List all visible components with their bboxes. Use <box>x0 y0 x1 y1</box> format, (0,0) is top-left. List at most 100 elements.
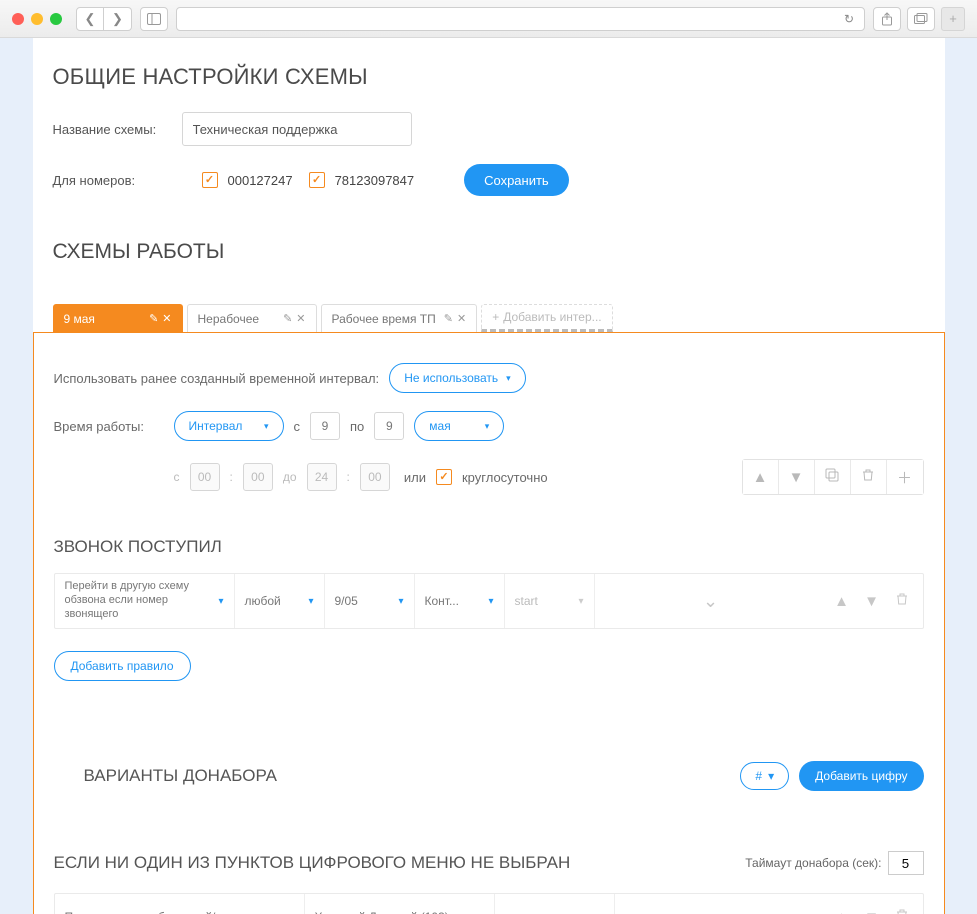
add-digit-button[interactable]: Добавить цифру <box>799 761 923 791</box>
scheme-name-input[interactable] <box>182 112 412 146</box>
prev-interval-value: Не использовать <box>404 371 498 385</box>
maximize-window-icon[interactable] <box>50 13 62 25</box>
fallback-last-select[interactable]: последнее ▾ <box>495 894 615 914</box>
day-from-input[interactable] <box>310 412 340 440</box>
minimize-window-icon[interactable] <box>31 13 43 25</box>
rule-move-down[interactable]: ▼ <box>857 586 887 616</box>
tab-add-interval[interactable]: + Добавить интер... <box>481 304 612 332</box>
time-from-m[interactable] <box>243 463 273 491</box>
timeout-label: Таймаут донабора (сек): <box>745 856 881 870</box>
rule-any-text: любой <box>245 594 281 608</box>
window-controls <box>12 13 62 25</box>
numbers-label: Для номеров: <box>53 173 168 188</box>
close-icon[interactable]: ✕ <box>296 312 305 325</box>
fallback-move-down[interactable]: ▼ <box>857 902 887 914</box>
back-button[interactable]: ❮ <box>76 7 104 31</box>
tabs-row: 9 мая ✎ ✕ Нерабочее ✎ ✕ Рабочее время ТП <box>53 304 925 332</box>
incoming-title: ЗВОНОК ПОСТУПИЛ <box>54 537 924 557</box>
to-label: по <box>350 419 364 434</box>
copy-button[interactable] <box>815 460 851 494</box>
rule-start-select[interactable]: start ▾ <box>505 574 595 628</box>
fallback-last-text: последнее <box>505 910 565 914</box>
fallback-rule-row: Перевести на добавочный/очередь ▾ Хороши… <box>54 893 924 914</box>
incoming-rule-row: Перейти в другую схему обзвона если номе… <box>54 573 924 629</box>
rule-move-up[interactable]: ▲ <box>827 586 857 616</box>
rule-start-text: start <box>515 594 538 608</box>
tabs-button[interactable] <box>907 7 935 31</box>
section-title-general: ОБЩИЕ НАСТРОЙКИ СХЕМЫ <box>53 64 925 90</box>
rule-action-select[interactable]: Перейти в другую схему обзвона если номе… <box>55 574 235 628</box>
tab-9may[interactable]: 9 мая ✎ ✕ <box>53 304 183 332</box>
rule-delete[interactable] <box>887 586 917 616</box>
close-window-icon[interactable] <box>12 13 24 25</box>
fallback-person-select[interactable]: Хороший Дмитрий (103) ▾ <box>305 894 495 914</box>
tab-nonworking[interactable]: Нерабочее ✎ ✕ <box>187 304 317 332</box>
chevron-down-icon: ▾ <box>768 769 774 783</box>
work-time-label: Время работы: <box>54 419 164 434</box>
day-to-input[interactable] <box>374 412 404 440</box>
chevron-down-icon: ▾ <box>264 421 269 432</box>
rule-expand[interactable]: ⌄ <box>595 574 827 628</box>
tab-working-tp[interactable]: Рабочее время ТП ✎ ✕ <box>321 304 478 332</box>
close-icon[interactable]: ✕ <box>457 312 466 325</box>
fallback-action-select[interactable]: Перевести на добавочный/очередь ▾ <box>55 894 305 914</box>
address-bar[interactable]: ↻ <box>176 7 865 31</box>
number-checkbox-0[interactable] <box>202 172 218 188</box>
page-content: ОБЩИЕ НАСТРОЙКИ СХЕМЫ Название схемы: Дл… <box>33 38 945 914</box>
sidebar-toggle-button[interactable] <box>140 7 168 31</box>
add-button[interactable]: ＋ <box>887 460 923 494</box>
chevron-down-icon: ⌄ <box>703 591 718 612</box>
rule-any-select[interactable]: любой ▾ <box>235 574 325 628</box>
chevron-down-icon: ▾ <box>398 596 403 607</box>
pencil-icon[interactable]: ✎ <box>149 312 158 325</box>
pencil-icon[interactable]: ✎ <box>444 312 453 325</box>
rule-date-select[interactable]: 9/05 ▾ <box>325 574 415 628</box>
number-checkbox-1[interactable] <box>309 172 325 188</box>
chevron-down-icon: ▾ <box>308 596 313 607</box>
fallback-action-text: Перевести на добавочный/очередь <box>65 910 262 914</box>
tab-label: Нерабочее <box>198 312 260 326</box>
scheme-name-label: Название схемы: <box>53 122 168 137</box>
pencil-icon[interactable]: ✎ <box>283 312 292 325</box>
delete-button[interactable] <box>851 460 887 494</box>
chevron-down-icon: ▾ <box>578 596 583 607</box>
hash-pill[interactable]: # ▾ <box>740 762 789 790</box>
move-down-button[interactable]: ▼ <box>779 460 815 494</box>
browser-toolbar: ❮ ❯ ↻ + <box>0 0 977 38</box>
time-from-h[interactable] <box>190 463 220 491</box>
prev-interval-label: Использовать ранее созданный временной и… <box>54 371 380 386</box>
or-label: или <box>404 470 426 485</box>
hash-symbol: # <box>755 769 762 783</box>
digits-title: ВАРИАНТЫ ДОНАБОРА <box>84 766 278 786</box>
month-select[interactable]: мая ▾ <box>414 411 504 441</box>
fallback-move-up[interactable]: ▲ <box>827 902 857 914</box>
interval-type-value: Интервал <box>189 419 243 433</box>
tab-add-label: Добавить интер... <box>503 310 601 324</box>
time-to-m[interactable] <box>360 463 390 491</box>
new-tab-button[interactable]: + <box>941 7 965 31</box>
close-icon[interactable]: ✕ <box>162 312 171 325</box>
add-rule-button[interactable]: Добавить правило <box>54 651 191 681</box>
forward-button[interactable]: ❯ <box>104 7 132 31</box>
chevron-down-icon: ▾ <box>488 596 493 607</box>
move-up-button[interactable]: ▲ <box>743 460 779 494</box>
timeout-input[interactable] <box>888 851 924 875</box>
tab-label: Рабочее время ТП <box>332 312 436 326</box>
reload-icon[interactable]: ↻ <box>844 12 854 26</box>
fallback-delete[interactable] <box>887 902 917 914</box>
section-title-work: СХЕМЫ РАБОТЫ <box>53 240 925 264</box>
save-button[interactable]: Сохранить <box>464 164 569 196</box>
prev-interval-select[interactable]: Не использовать ▾ <box>389 363 526 393</box>
chevron-down-icon: ▾ <box>485 421 490 432</box>
share-button[interactable] <box>873 7 901 31</box>
time-do: до <box>283 470 297 484</box>
interval-type-select[interactable]: Интервал ▾ <box>174 411 284 441</box>
rule-cont-select[interactable]: Конт... ▾ <box>415 574 505 628</box>
from-label: с <box>294 419 301 434</box>
chevron-down-icon: ▾ <box>506 373 511 384</box>
rule-action-text: Перейти в другую схему обзвона если номе… <box>65 580 219 621</box>
rule-date-text: 9/05 <box>335 594 358 608</box>
time-to-h[interactable] <box>307 463 337 491</box>
month-value: мая <box>429 419 450 433</box>
allday-checkbox[interactable] <box>436 469 452 485</box>
